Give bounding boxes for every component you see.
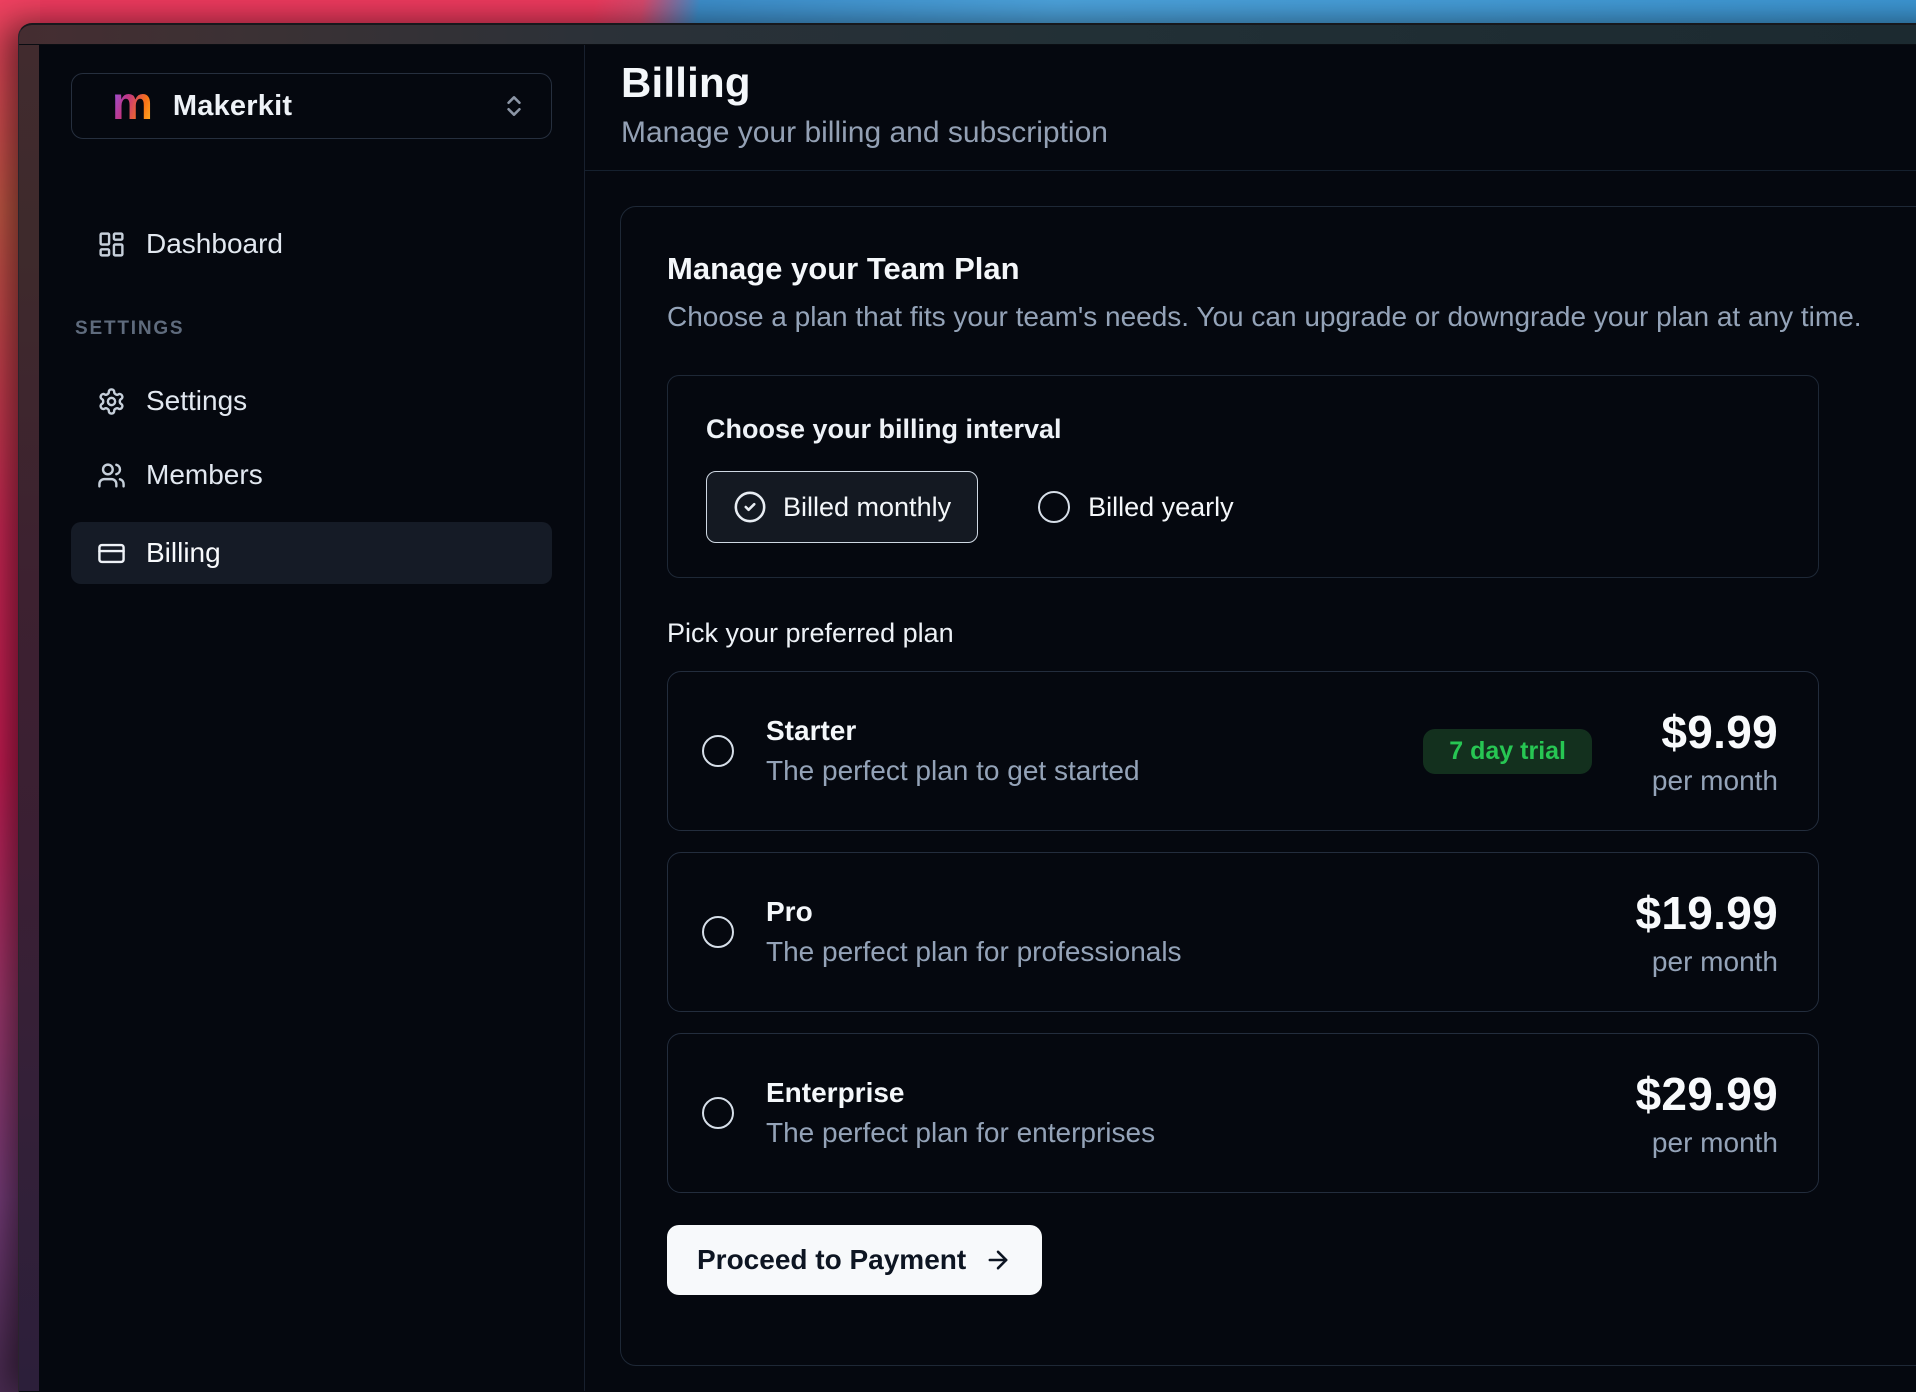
radio-circle-icon[interactable] [702,1097,734,1129]
app-body: m Makerkit Dashboard SETTINGS [19,45,1916,1391]
card-description: Choose a plan that fits your team's need… [667,301,1916,333]
credit-card-icon [97,539,126,568]
window-left-edge [19,45,39,1391]
radio-circle-icon [1038,491,1070,523]
plan-name: Enterprise [766,1077,1155,1109]
sidebar: m Makerkit Dashboard SETTINGS [39,45,585,1391]
dashboard-grid-icon [97,230,126,259]
plan-list: Starter The perfect plan to get started … [667,671,1916,1193]
billing-interval-label: Choose your billing interval [706,414,1780,445]
plan-price: $29.99 [1636,1067,1779,1121]
plan-text: Starter The perfect plan to get started [766,715,1140,787]
plan-description: The perfect plan for professionals [766,936,1182,968]
plan-row-starter[interactable]: Starter The perfect plan to get started … [667,671,1819,831]
plan-description: The perfect plan to get started [766,755,1140,787]
circle-check-icon [733,490,767,524]
plan-text: Enterprise The perfect plan for enterpri… [766,1077,1155,1149]
sidebar-item-label: Dashboard [146,228,283,260]
price-block: $9.99 per month [1638,705,1778,797]
plan-period: per month [1636,946,1779,978]
billed-yearly-label: Billed yearly [1088,492,1234,523]
page-subtitle: Manage your billing and subscription [621,116,1916,150]
arrow-right-icon [984,1246,1012,1274]
billed-monthly-option[interactable]: Billed monthly [706,471,978,543]
sidebar-item-label: Members [146,459,263,491]
team-selector[interactable]: m Makerkit [71,73,552,139]
billed-yearly-option[interactable]: Billed yearly [1038,491,1234,523]
radio-circle-icon[interactable] [702,735,734,767]
app-window: m Makerkit Dashboard SETTINGS [18,23,1916,1392]
billing-interval-options: Billed monthly Billed yearly [706,471,1780,543]
radio-circle-icon[interactable] [702,916,734,948]
billing-interval-box: Choose your billing interval Billed mont… [667,375,1819,578]
sidebar-item-settings[interactable]: Settings [71,370,552,432]
sidebar-item-dashboard[interactable]: Dashboard [71,213,552,275]
plan-text: Pro The perfect plan for professionals [766,896,1182,968]
proceed-to-payment-button[interactable]: Proceed to Payment [667,1225,1042,1295]
plan-row-pro[interactable]: Pro The perfect plan for professionals $… [667,852,1819,1012]
plan-price: $19.99 [1636,886,1779,940]
proceed-to-payment-label: Proceed to Payment [697,1244,966,1276]
sidebar-item-billing[interactable]: Billing [71,522,552,584]
plan-row-enterprise[interactable]: Enterprise The perfect plan for enterpri… [667,1033,1819,1193]
sidebar-item-label: Billing [146,537,221,569]
price-block: $29.99 per month [1636,1067,1779,1159]
gear-icon [97,387,126,416]
team-name: Makerkit [173,90,481,123]
main-content: Billing Manage your billing and subscrip… [585,45,1916,1391]
plan-period: per month [1638,765,1778,797]
plan-period: per month [1636,1127,1779,1159]
chevrons-up-down-icon [501,93,527,119]
billed-monthly-label: Billed monthly [783,492,951,523]
wallpaper-top-strip [0,0,1916,24]
page-header: Billing Manage your billing and subscrip… [585,45,1916,171]
plan-name: Pro [766,896,1182,928]
price-block: $19.99 per month [1636,886,1779,978]
sidebar-section-settings: SETTINGS [71,318,552,340]
sidebar-item-members[interactable]: Members [71,444,552,506]
plan-name: Starter [766,715,1140,747]
desktop: m Makerkit Dashboard SETTINGS [0,0,1916,1392]
sidebar-item-label: Settings [146,385,247,417]
page-title: Billing [621,59,1916,107]
makerkit-logo: m [112,80,153,126]
users-icon [97,461,126,490]
trial-badge: 7 day trial [1423,729,1592,774]
plan-description: The perfect plan for enterprises [766,1117,1155,1149]
window-titlebar[interactable] [19,25,1916,45]
plan-price: $9.99 [1638,705,1778,759]
plans-label: Pick your preferred plan [667,618,1916,649]
team-plan-card: Manage your Team Plan Choose a plan that… [620,206,1916,1366]
card-title: Manage your Team Plan [667,251,1916,287]
